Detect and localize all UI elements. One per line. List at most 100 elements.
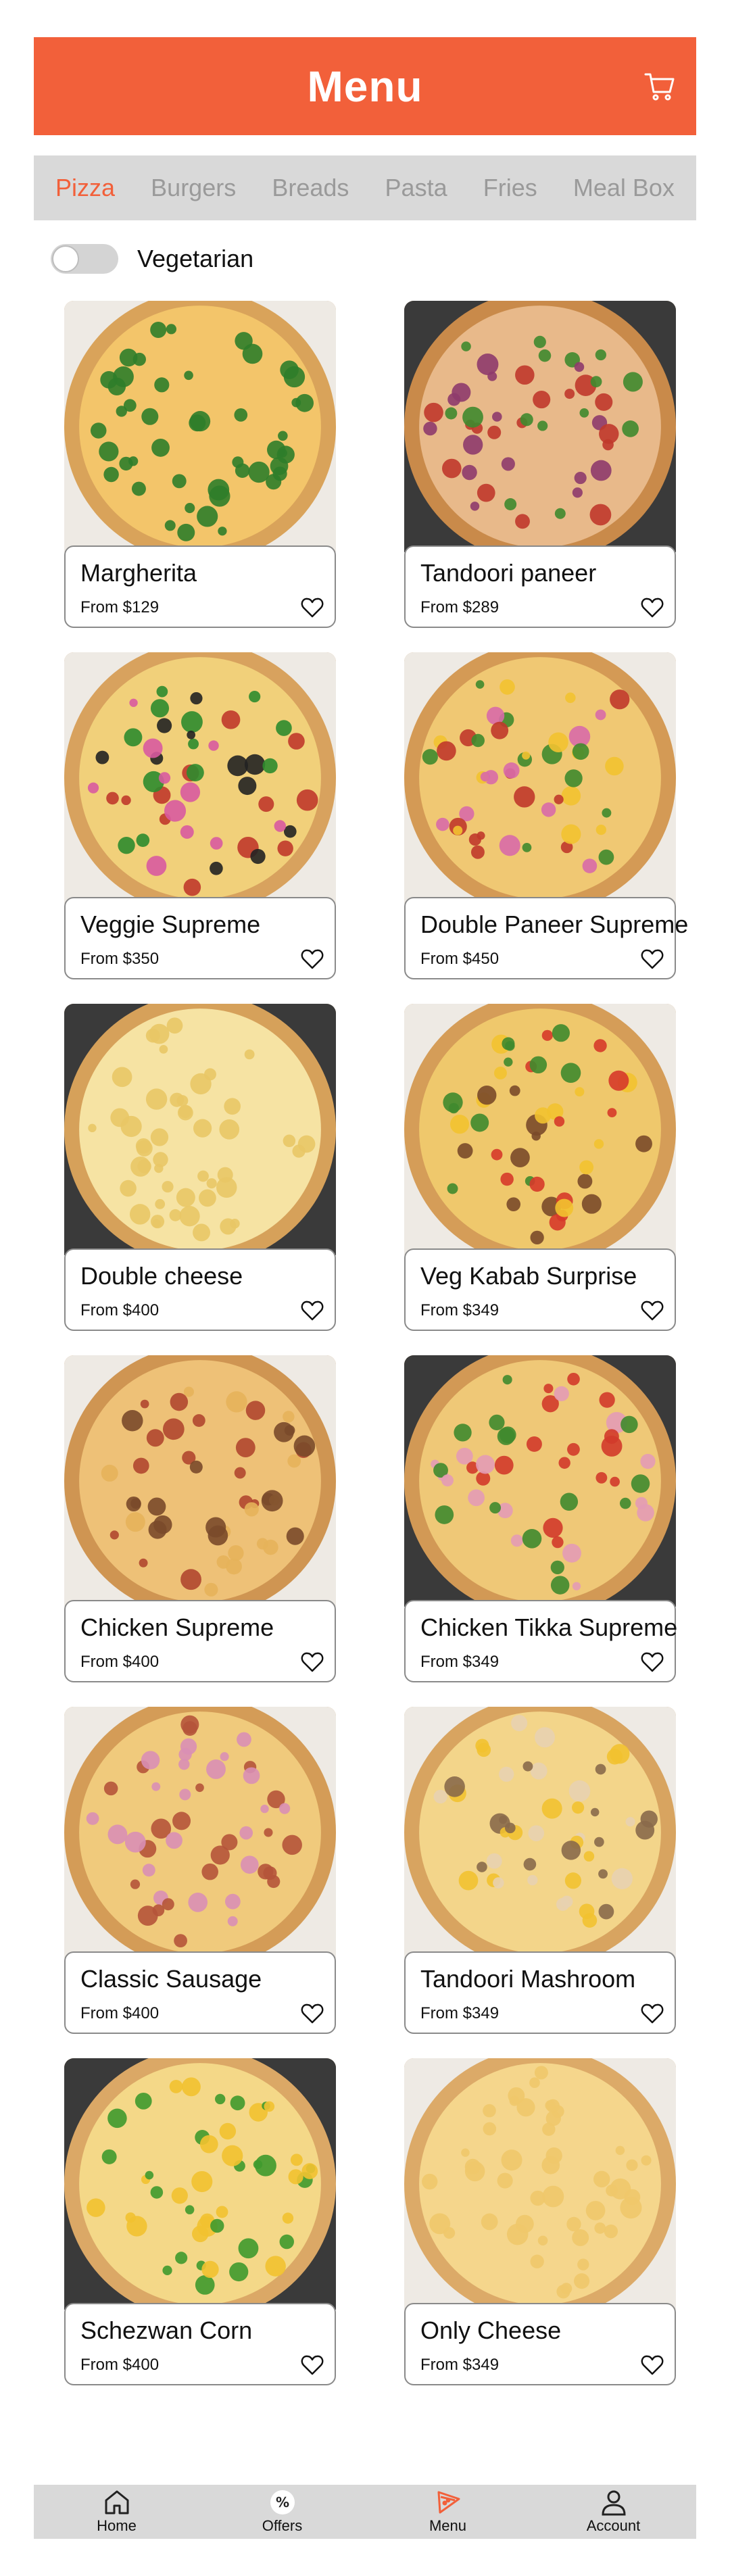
pizza-photo [64,301,336,552]
pizza-image [404,1707,676,1958]
pizza-name: Schezwan Corn [80,2316,253,2344]
nav-home-label: Home [97,2517,137,2534]
pizza-image [64,1707,336,1958]
heart-icon[interactable] [301,1300,324,1321]
pizza-card[interactable]: Chicken Tikka Supreme From $349 [404,1355,678,1682]
account-icon [599,2489,629,2516]
pizza-info: Double cheese From $400 [64,1248,336,1331]
pizza-info: Classic Sausage From $400 [64,1951,336,2034]
nav-offers[interactable]: % Offers [228,2489,337,2535]
heart-icon[interactable] [641,2354,664,2376]
pizza-name: Chicken Tikka Supreme [420,1613,678,1641]
pizza-card[interactable]: Only Cheese From $349 [404,2058,676,2385]
heart-icon[interactable] [641,2003,664,2024]
pizza-info: Tandoori paneer From $289 [404,545,676,628]
pizza-photo [404,1707,676,1958]
vegetarian-label: Vegetarian [137,245,254,272]
tab-burgers[interactable]: Burgers [151,174,236,202]
pizza-price: From $349 [420,1301,500,1319]
pizza-price: From $349 [420,2004,500,2022]
pizza-name: Margherita [80,559,197,587]
heart-icon[interactable] [301,597,324,618]
pizza-price: From $400 [80,1301,160,1319]
pizza-info: Only Cheese From $349 [404,2303,676,2385]
pizza-card[interactable]: Chicken Supreme From $400 [64,1355,336,1682]
pizza-price: From $400 [80,2004,160,2022]
pizza-name: Double cheese [80,1262,243,1290]
pizza-image [64,2058,336,2310]
pizza-photo [404,1355,676,1607]
pizza-price: From $129 [80,598,160,616]
tab-pizza[interactable]: Pizza [55,174,115,202]
nav-menu-label: Menu [429,2517,467,2534]
pizza-image [404,2058,676,2310]
pizza-card[interactable]: Tandoori paneer From $289 [404,301,676,628]
pizza-info: Margherita From $129 [64,545,336,628]
pizza-name: Veggie Supreme [80,910,261,938]
pizza-card[interactable]: Classic Sausage From $400 [64,1707,336,2034]
pizza-photo [404,1004,676,1255]
toggle-knob [52,245,79,272]
pizza-photo [404,652,676,904]
pizza-name: Tandoori Mashroom [420,1965,636,1993]
heart-icon[interactable] [301,2003,324,2024]
pizza-info: Tandoori Mashroom From $349 [404,1951,676,2034]
pizza-image [404,1355,676,1607]
tab-pasta[interactable]: Pasta [385,174,447,202]
page-title: Menu [307,62,423,111]
nav-menu[interactable]: Menu [394,2489,502,2535]
bottom-nav: Home % Offers Menu Account [34,2485,696,2539]
pizza-price: From $400 [80,1653,160,1671]
nav-offers-label: Offers [262,2517,303,2534]
pizza-name: Veg Kabab Surprise [420,1262,637,1290]
menu-icon [433,2489,463,2516]
tab-breads[interactable]: Breads [272,174,349,202]
pizza-photo [404,301,676,552]
heart-icon[interactable] [641,948,664,970]
pizza-price: From $349 [420,2356,500,2374]
pizza-price: From $400 [80,2356,160,2374]
nav-home[interactable]: Home [63,2489,171,2535]
heart-icon[interactable] [301,948,324,970]
pizza-photo [64,1004,336,1255]
heart-icon[interactable] [301,2354,324,2376]
pizza-photo [404,2058,676,2310]
pizza-card[interactable]: Veggie Supreme From $350 [64,652,336,979]
pizza-photo [64,1355,336,1607]
pizza-price: From $349 [420,1653,500,1671]
pizza-image [64,652,336,904]
pizza-card[interactable]: Veg Kabab Surprise From $349 [404,1004,676,1331]
pizza-card[interactable]: Tandoori Mashroom From $349 [404,1707,676,2034]
heart-icon[interactable] [301,1651,324,1673]
pizza-photo [64,1707,336,1958]
vegetarian-filter: Vegetarian [51,240,253,278]
home-icon [102,2489,132,2516]
tab-fries[interactable]: Fries [483,174,537,202]
pizza-name: Only Cheese [420,2316,562,2344]
nav-account-label: Account [586,2517,641,2534]
tab-meal-box[interactable]: Meal Box [573,174,675,202]
offers-icon: % [268,2489,297,2516]
heart-icon[interactable] [641,1300,664,1321]
pizza-card[interactable]: Margherita From $129 [64,301,336,628]
pizza-image [404,301,676,552]
pizza-photo [64,652,336,904]
pizza-price: From $350 [80,950,160,968]
vegetarian-toggle[interactable] [51,244,118,274]
pizza-photo [64,2058,336,2310]
pizza-price: From $450 [420,950,500,968]
pizza-card[interactable]: Double Paneer Supreme From $450 [404,652,688,979]
pizza-info: Chicken Supreme From $400 [64,1600,336,1682]
nav-account[interactable]: Account [560,2489,668,2535]
pizza-name: Tandoori paneer [420,559,597,587]
pizza-name: Double Paneer Supreme [420,910,689,938]
svg-text:%: % [275,2494,289,2510]
pizza-card[interactable]: Double cheese From $400 [64,1004,336,1331]
cart-icon[interactable] [642,69,677,104]
heart-icon[interactable] [641,597,664,618]
pizza-image [404,652,676,904]
pizza-image [404,1004,676,1255]
pizza-name: Chicken Supreme [80,1613,274,1641]
pizza-card[interactable]: Schezwan Corn From $400 [64,2058,336,2385]
heart-icon[interactable] [641,1651,664,1673]
